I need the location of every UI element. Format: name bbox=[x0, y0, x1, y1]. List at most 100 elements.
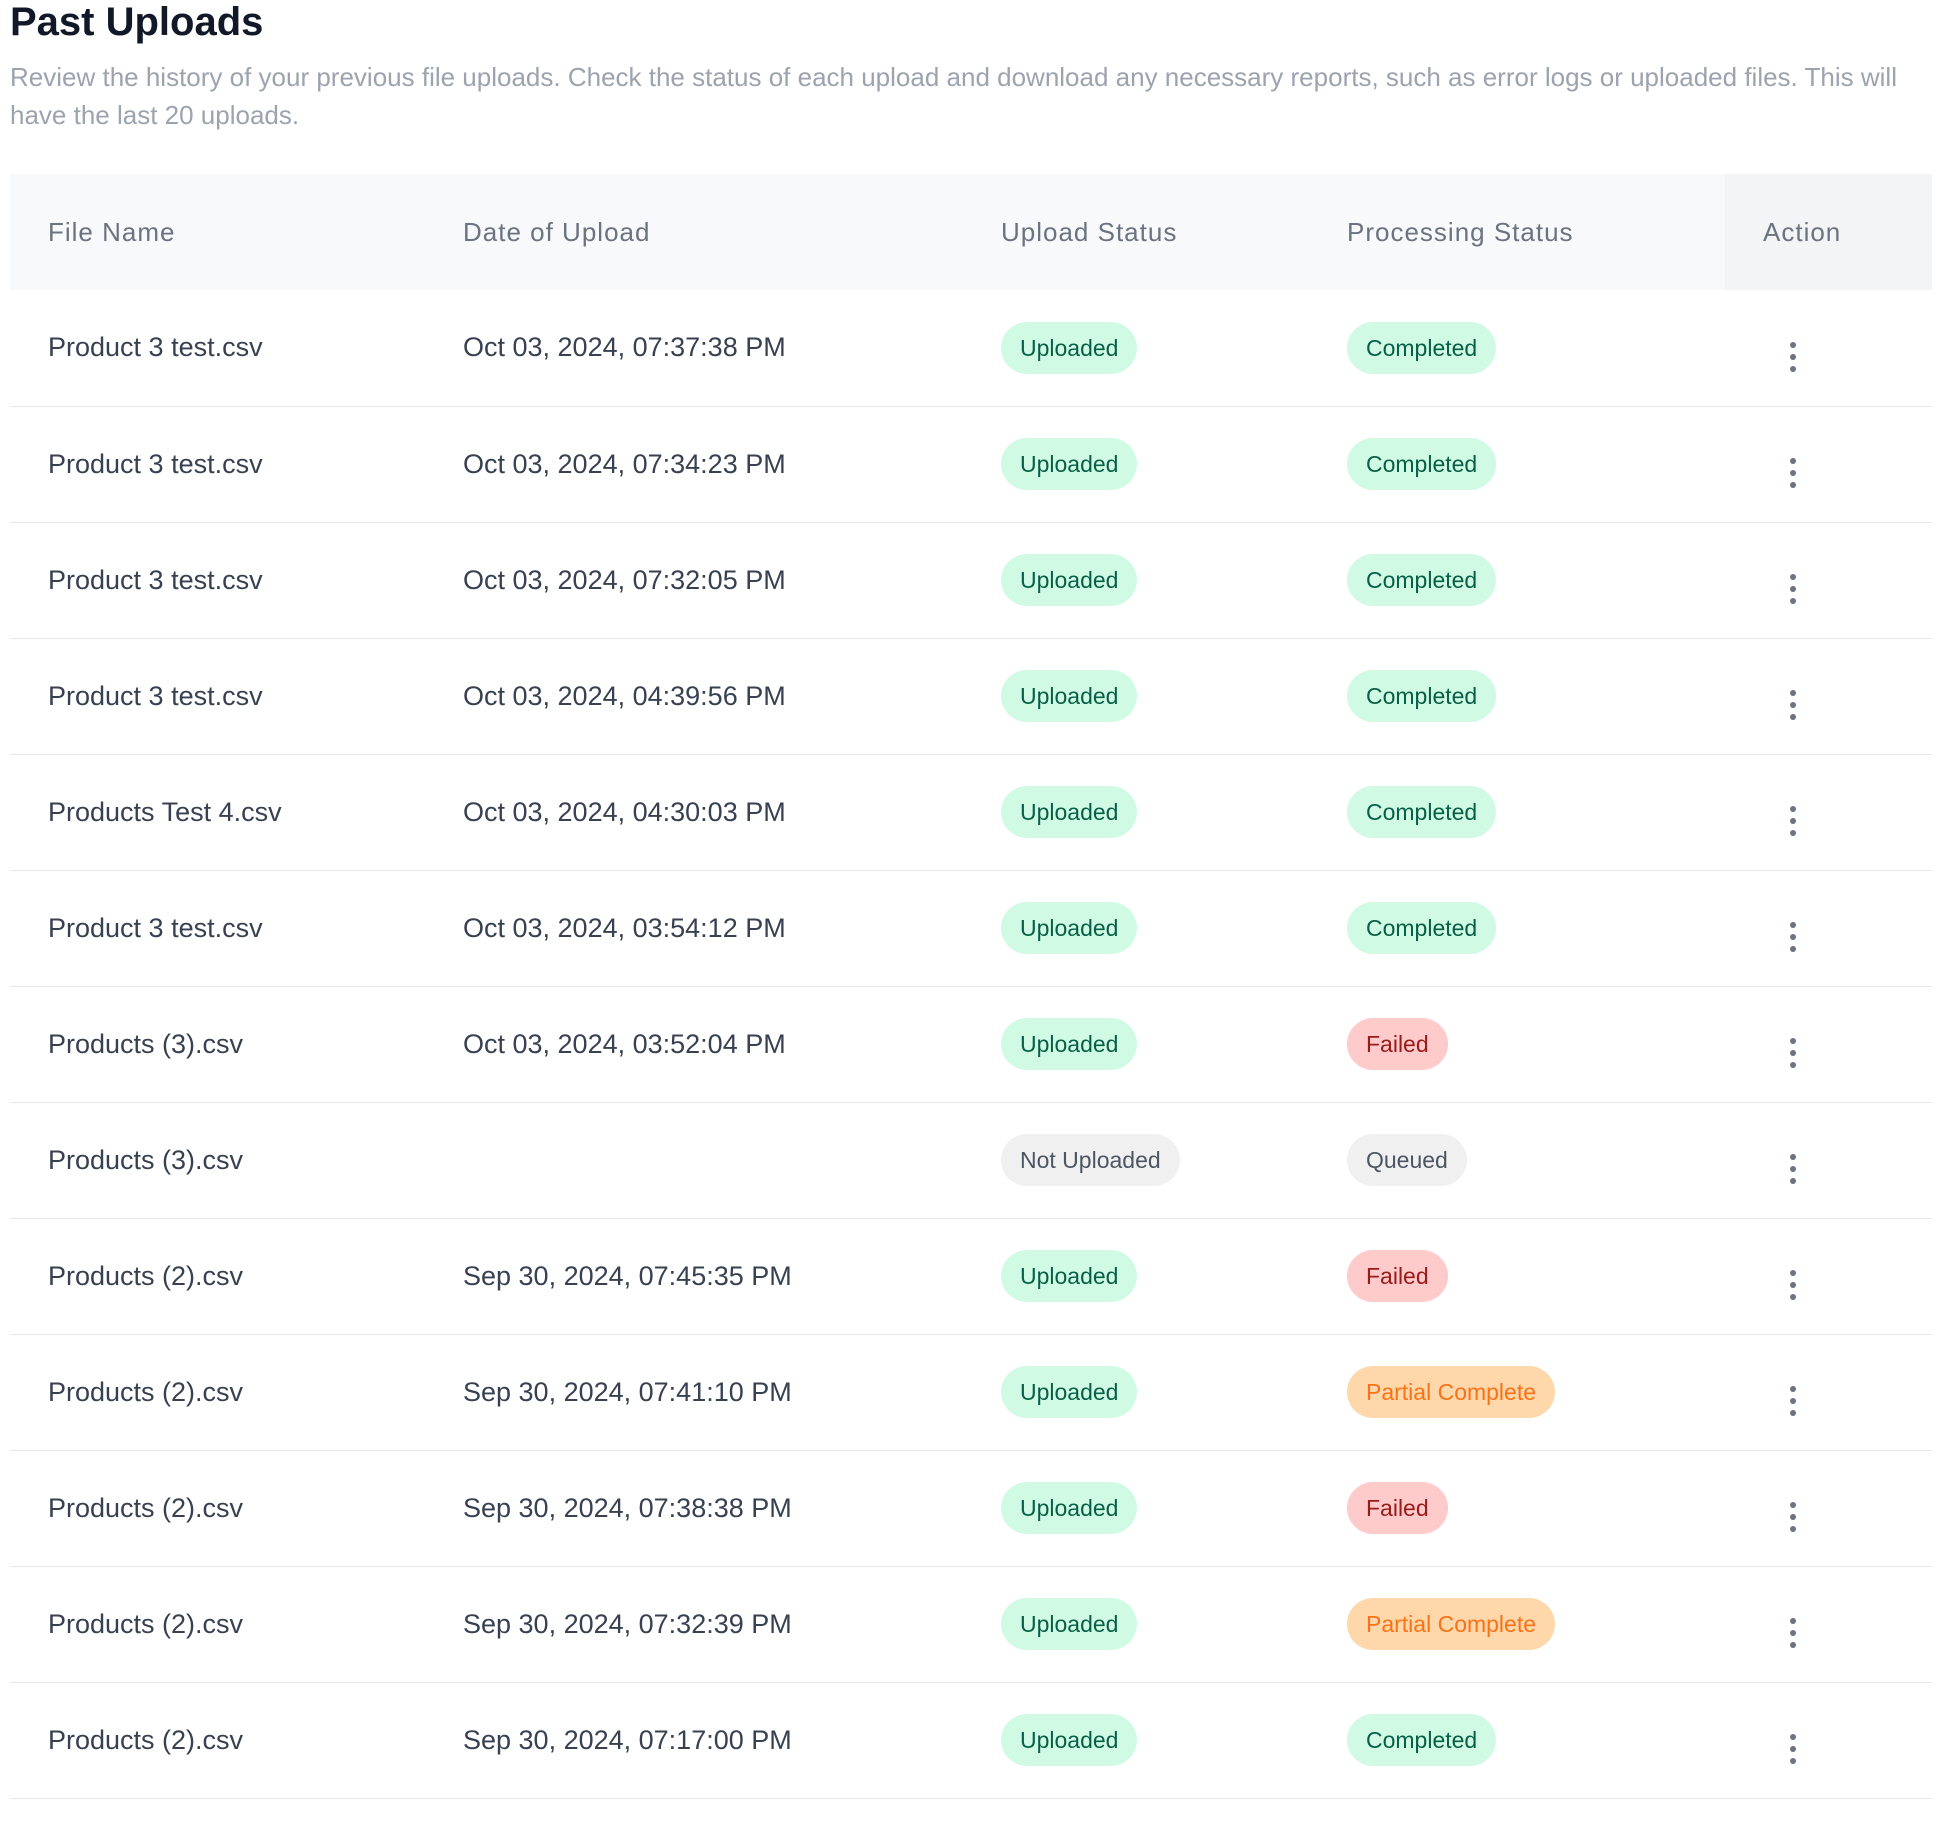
kebab-dot bbox=[1790, 1282, 1796, 1288]
kebab-dot bbox=[1790, 702, 1796, 708]
kebab-dot bbox=[1790, 818, 1796, 824]
processing-status-cell: Partial Complete bbox=[1309, 1334, 1725, 1450]
kebab-menu-icon[interactable] bbox=[1782, 922, 1804, 952]
file-name-cell: Product 3 test.csv bbox=[48, 448, 263, 479]
kebab-menu-icon[interactable] bbox=[1782, 1038, 1804, 1068]
processing-status-cell: Completed bbox=[1309, 406, 1725, 522]
kebab-dot bbox=[1790, 341, 1796, 348]
upload-status-badge: Uploaded bbox=[1001, 1598, 1138, 1650]
action-cell bbox=[1725, 290, 1932, 406]
kebab-menu-icon[interactable] bbox=[1782, 1618, 1804, 1648]
action-cell bbox=[1725, 1334, 1932, 1450]
kebab-menu-icon[interactable] bbox=[1782, 458, 1804, 488]
table-row: Product 3 test.csv Oct 03, 2024, 07:32:05… bbox=[10, 522, 1932, 638]
file-name-cell: Products (2).csv bbox=[48, 1260, 244, 1291]
upload-status-cell: Uploaded bbox=[963, 1450, 1309, 1566]
kebab-dot bbox=[1790, 830, 1796, 836]
upload-date-cell: Oct 03, 2024, 07:37:38 PM bbox=[463, 332, 786, 363]
kebab-dot bbox=[1790, 470, 1796, 476]
upload-status-cell: Uploaded bbox=[963, 1566, 1309, 1682]
file-name-cell: Product 3 test.csv bbox=[48, 332, 263, 363]
action-cell bbox=[1725, 522, 1932, 638]
file-name-cell: Products (2).csv bbox=[48, 1608, 244, 1639]
kebab-dot bbox=[1790, 482, 1796, 488]
file-name-cell: Products (3).csv bbox=[48, 1144, 244, 1175]
upload-status-badge: Uploaded bbox=[1001, 321, 1138, 374]
kebab-dot bbox=[1790, 1050, 1796, 1056]
action-cell bbox=[1725, 1450, 1932, 1566]
kebab-dot bbox=[1790, 714, 1796, 720]
table-row: Product 3 test.csv Oct 03, 2024, 07:37:38… bbox=[10, 290, 1932, 406]
kebab-menu-icon[interactable] bbox=[1782, 1386, 1804, 1416]
action-cell bbox=[1725, 1102, 1932, 1218]
action-cell bbox=[1725, 870, 1932, 986]
upload-status-badge: Not Uploaded bbox=[1001, 1134, 1180, 1186]
kebab-dot bbox=[1790, 1166, 1796, 1172]
kebab-menu-icon[interactable] bbox=[1782, 690, 1804, 720]
kebab-dot bbox=[1790, 1294, 1796, 1300]
action-cell bbox=[1725, 1566, 1932, 1682]
file-name-cell: Products (2).csv bbox=[48, 1492, 244, 1523]
upload-status-cell: Uploaded bbox=[963, 638, 1309, 754]
table-row: Products (2).csv Sep 30, 2024, 07:32:39 P… bbox=[10, 1566, 1932, 1682]
kebab-menu-icon[interactable] bbox=[1782, 1734, 1804, 1764]
upload-status-cell: Uploaded bbox=[963, 406, 1309, 522]
upload-status-cell: Uploaded bbox=[963, 1218, 1309, 1334]
processing-status-badge: Queued bbox=[1347, 1134, 1467, 1186]
header-processing-status: Processing Status bbox=[1347, 216, 1574, 247]
upload-status-cell: Not Uploaded bbox=[963, 1102, 1309, 1218]
upload-status-cell: Uploaded bbox=[963, 986, 1309, 1102]
kebab-dot bbox=[1790, 1386, 1796, 1392]
kebab-dot bbox=[1790, 598, 1796, 604]
kebab-dot bbox=[1790, 365, 1796, 372]
kebab-dot bbox=[1790, 922, 1796, 928]
kebab-menu-icon[interactable] bbox=[1782, 1270, 1804, 1300]
kebab-dot bbox=[1790, 1642, 1796, 1648]
upload-date-cell: Oct 03, 2024, 03:52:04 PM bbox=[463, 1028, 786, 1059]
processing-status-cell: Failed bbox=[1309, 986, 1725, 1102]
kebab-dot bbox=[1790, 1734, 1796, 1740]
upload-status-badge: Uploaded bbox=[1001, 902, 1138, 954]
header-action: Action bbox=[1725, 174, 1932, 290]
table-row: Products (2).csv Sep 30, 2024, 07:45:35 P… bbox=[10, 1218, 1932, 1334]
processing-status-badge: Failed bbox=[1347, 1018, 1448, 1070]
upload-date-cell: Oct 03, 2024, 04:39:56 PM bbox=[463, 680, 786, 711]
header-file-name: File Name bbox=[48, 216, 176, 247]
kebab-dot bbox=[1790, 806, 1796, 812]
kebab-dot bbox=[1790, 1410, 1796, 1416]
kebab-menu-icon[interactable] bbox=[1782, 1154, 1804, 1184]
upload-status-cell: Uploaded bbox=[963, 1334, 1309, 1450]
past-uploads-page: Past Uploads Review the history of your … bbox=[0, 0, 1942, 1799]
kebab-menu-icon[interactable] bbox=[1782, 1502, 1804, 1532]
table-row: Products (2).csv Sep 30, 2024, 07:41:10 P… bbox=[10, 1334, 1932, 1450]
header-date-of-upload: Date of Upload bbox=[463, 216, 651, 247]
processing-status-cell: Completed bbox=[1309, 290, 1725, 406]
upload-status-cell: Uploaded bbox=[963, 522, 1309, 638]
kebab-dot bbox=[1790, 1154, 1796, 1160]
upload-status-badge: Uploaded bbox=[1001, 1018, 1138, 1070]
table-body: Product 3 test.csv Oct 03, 2024, 07:37:38… bbox=[10, 290, 1932, 1798]
upload-date-cell: Oct 03, 2024, 07:34:23 PM bbox=[463, 448, 786, 479]
upload-status-badge: Uploaded bbox=[1001, 554, 1138, 606]
upload-date-cell: Oct 03, 2024, 03:54:12 PM bbox=[463, 912, 786, 943]
kebab-menu-icon[interactable] bbox=[1782, 806, 1804, 836]
table-row: Product 3 test.csv Oct 03, 2024, 07:34:23… bbox=[10, 406, 1932, 522]
upload-status-badge: Uploaded bbox=[1001, 1482, 1138, 1534]
processing-status-cell: Completed bbox=[1309, 522, 1725, 638]
kebab-menu-icon[interactable] bbox=[1782, 341, 1804, 372]
table-row: Product 3 test.csv Oct 03, 2024, 04:39:56… bbox=[10, 638, 1932, 754]
processing-status-cell: Failed bbox=[1309, 1218, 1725, 1334]
kebab-dot bbox=[1790, 586, 1796, 592]
action-cell bbox=[1725, 986, 1932, 1102]
table-row: Products (3).csv Oct 03, 2024, 03:52:04 P… bbox=[10, 986, 1932, 1102]
kebab-dot bbox=[1790, 946, 1796, 952]
file-name-cell: Products (2).csv bbox=[48, 1724, 244, 1755]
action-cell bbox=[1725, 638, 1932, 754]
processing-status-cell: Completed bbox=[1309, 754, 1725, 870]
processing-status-badge: Completed bbox=[1347, 902, 1497, 954]
kebab-dot bbox=[1790, 574, 1796, 580]
table-row: Products Test 4.csv Oct 03, 2024, 04:30:0… bbox=[10, 754, 1932, 870]
upload-status-badge: Uploaded bbox=[1001, 786, 1138, 838]
table-header-row: File Name Date of Upload Upload Status P… bbox=[10, 174, 1932, 290]
kebab-menu-icon[interactable] bbox=[1782, 574, 1804, 604]
